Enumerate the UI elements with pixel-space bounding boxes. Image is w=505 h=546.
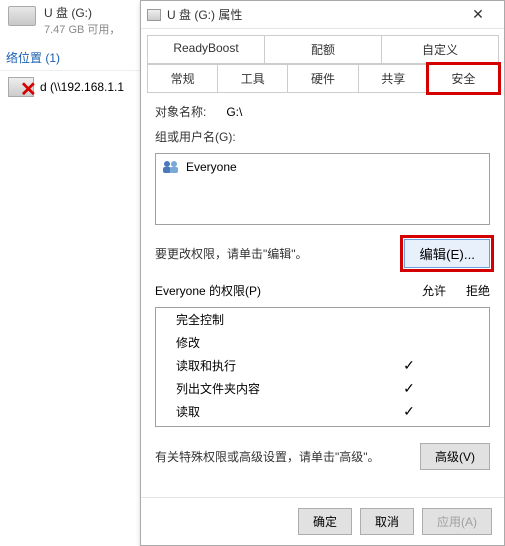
- allow-header: 允许: [422, 282, 446, 299]
- tab-配额[interactable]: 配额: [264, 35, 382, 64]
- permission-name: 列出文件夹内容: [164, 380, 385, 397]
- user-item[interactable]: Everyone: [160, 158, 485, 176]
- permission-name: 写入: [164, 426, 385, 427]
- tab-共享[interactable]: 共享: [358, 64, 429, 93]
- ok-button[interactable]: 确定: [298, 508, 352, 535]
- drive-sublabel: 7.47 GB 可用，: [44, 21, 120, 37]
- tab-常规[interactable]: 常规: [147, 64, 218, 93]
- apply-button[interactable]: 应用(A): [422, 508, 492, 535]
- permission-name: 完全控制: [164, 311, 385, 328]
- explorer-panel: U 盘 (G:) 7.47 GB 可用， 络位置 (1) ✕ d (\\192.…: [0, 0, 150, 546]
- users-icon: [162, 160, 180, 174]
- properties-dialog: U 盘 (G:) 属性 ✕ ReadyBoost配额自定义 常规工具硬件共享安全…: [140, 0, 505, 546]
- network-drive-item[interactable]: ✕ d (\\192.168.1.1: [0, 71, 150, 103]
- cancel-button[interactable]: 取消: [360, 508, 414, 535]
- close-button[interactable]: ✕: [458, 6, 498, 23]
- permission-row: 完全控制: [156, 308, 489, 331]
- usb-drive-icon: [8, 6, 36, 26]
- tab-工具[interactable]: 工具: [217, 64, 288, 93]
- permission-name: 读取: [164, 403, 385, 420]
- permission-name: 修改: [164, 334, 385, 351]
- tab-content: 对象名称: G:\ 组或用户名(G): Everyone 要更改权限，请单击"编…: [141, 93, 504, 497]
- permission-name: 读取和执行: [164, 357, 385, 374]
- allow-cell: ✓: [385, 380, 433, 397]
- tab-硬件[interactable]: 硬件: [287, 64, 358, 93]
- edit-button[interactable]: 编辑(E)...: [404, 239, 490, 268]
- edit-hint: 要更改权限，请单击"编辑"。: [155, 245, 308, 262]
- allow-cell: ✓: [385, 403, 433, 420]
- drive-item[interactable]: U 盘 (G:) 7.47 GB 可用，: [0, 0, 150, 41]
- permission-row: 修改: [156, 331, 489, 354]
- users-listbox[interactable]: Everyone: [155, 153, 490, 225]
- drive-label: U 盘 (G:): [44, 4, 120, 21]
- permission-row: 读取和执行✓: [156, 354, 489, 377]
- permissions-title: Everyone 的权限(P): [155, 282, 261, 299]
- tab-readyboost[interactable]: ReadyBoost: [147, 35, 265, 64]
- permission-row: 写入: [156, 423, 489, 427]
- user-name: Everyone: [186, 160, 237, 174]
- permission-row: 读取✓: [156, 400, 489, 423]
- group-users-label: 组或用户名(G):: [155, 128, 490, 145]
- allow-cell: ✓: [385, 357, 433, 374]
- disconnected-x-icon: ✕: [20, 77, 37, 102]
- dialog-title: U 盘 (G:) 属性: [167, 6, 458, 23]
- drive-icon: [147, 9, 161, 21]
- advanced-hint: 有关特殊权限或高级设置，请单击"高级"。: [155, 448, 380, 465]
- network-locations-header: 络位置 (1): [0, 41, 150, 71]
- permissions-listbox[interactable]: 完全控制修改读取和执行✓列出文件夹内容✓读取✓写入: [155, 307, 490, 427]
- tab-安全[interactable]: 安全: [428, 64, 499, 93]
- tab-strip: ReadyBoost配额自定义 常规工具硬件共享安全: [141, 29, 504, 93]
- titlebar[interactable]: U 盘 (G:) 属性 ✕: [141, 1, 504, 29]
- dialog-buttons: 确定 取消 应用(A): [141, 497, 504, 545]
- object-name-value: G:\: [226, 105, 242, 119]
- deny-header: 拒绝: [466, 282, 490, 299]
- permission-row: 列出文件夹内容✓: [156, 377, 489, 400]
- tab-自定义[interactable]: 自定义: [381, 35, 499, 64]
- network-drive-label: d (\\192.168.1.1: [40, 80, 124, 94]
- object-name-label: 对象名称:: [155, 103, 206, 120]
- advanced-button[interactable]: 高级(V): [420, 443, 490, 470]
